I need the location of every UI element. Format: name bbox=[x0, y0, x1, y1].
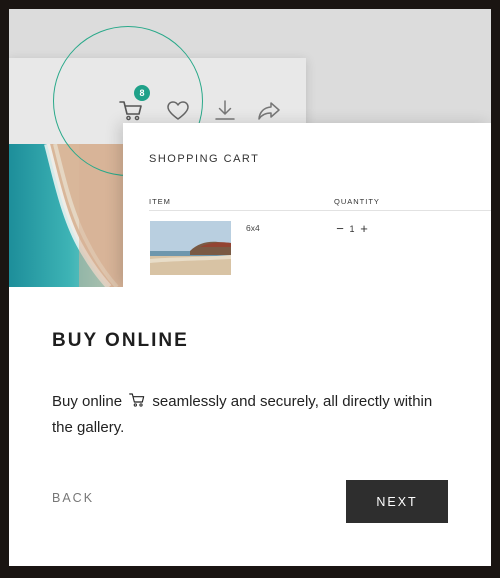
cart-icon bbox=[129, 393, 145, 407]
cart-title: SHOPPING CART bbox=[149, 153, 260, 165]
cart-item-size: 6x4 bbox=[246, 223, 260, 233]
quantity-stepper: − 1 + bbox=[334, 221, 370, 236]
back-button[interactable]: BACK bbox=[52, 491, 94, 505]
feature-description: Buy online seamlessly and securely, all … bbox=[52, 389, 452, 441]
cart-count-badge: 8 bbox=[134, 85, 150, 101]
column-header-quantity: QUANTITY bbox=[334, 197, 380, 206]
quantity-value: 1 bbox=[349, 223, 355, 234]
next-button[interactable]: NEXT bbox=[346, 480, 448, 523]
onboarding-modal: 8 SHOPPING CART ITEM QUANTITY 6x4 − 1 + … bbox=[9, 9, 491, 566]
download-icon bbox=[215, 100, 235, 120]
feature-illustration: 8 SHOPPING CART ITEM QUANTITY 6x4 − 1 + bbox=[9, 9, 491, 287]
cart-divider bbox=[149, 210, 491, 211]
cart-item-thumbnail bbox=[150, 221, 231, 275]
share-icon bbox=[258, 102, 280, 120]
shopping-cart-panel: SHOPPING CART ITEM QUANTITY 6x4 − 1 + bbox=[123, 123, 491, 287]
decrease-quantity: − bbox=[336, 221, 344, 236]
increase-quantity: + bbox=[360, 221, 368, 236]
heart-icon bbox=[167, 101, 189, 120]
description-start: Buy online bbox=[52, 393, 123, 410]
feature-heading: BUY ONLINE bbox=[52, 330, 189, 351]
aerial-beach-photo bbox=[9, 144, 123, 287]
column-header-item: ITEM bbox=[149, 197, 171, 206]
